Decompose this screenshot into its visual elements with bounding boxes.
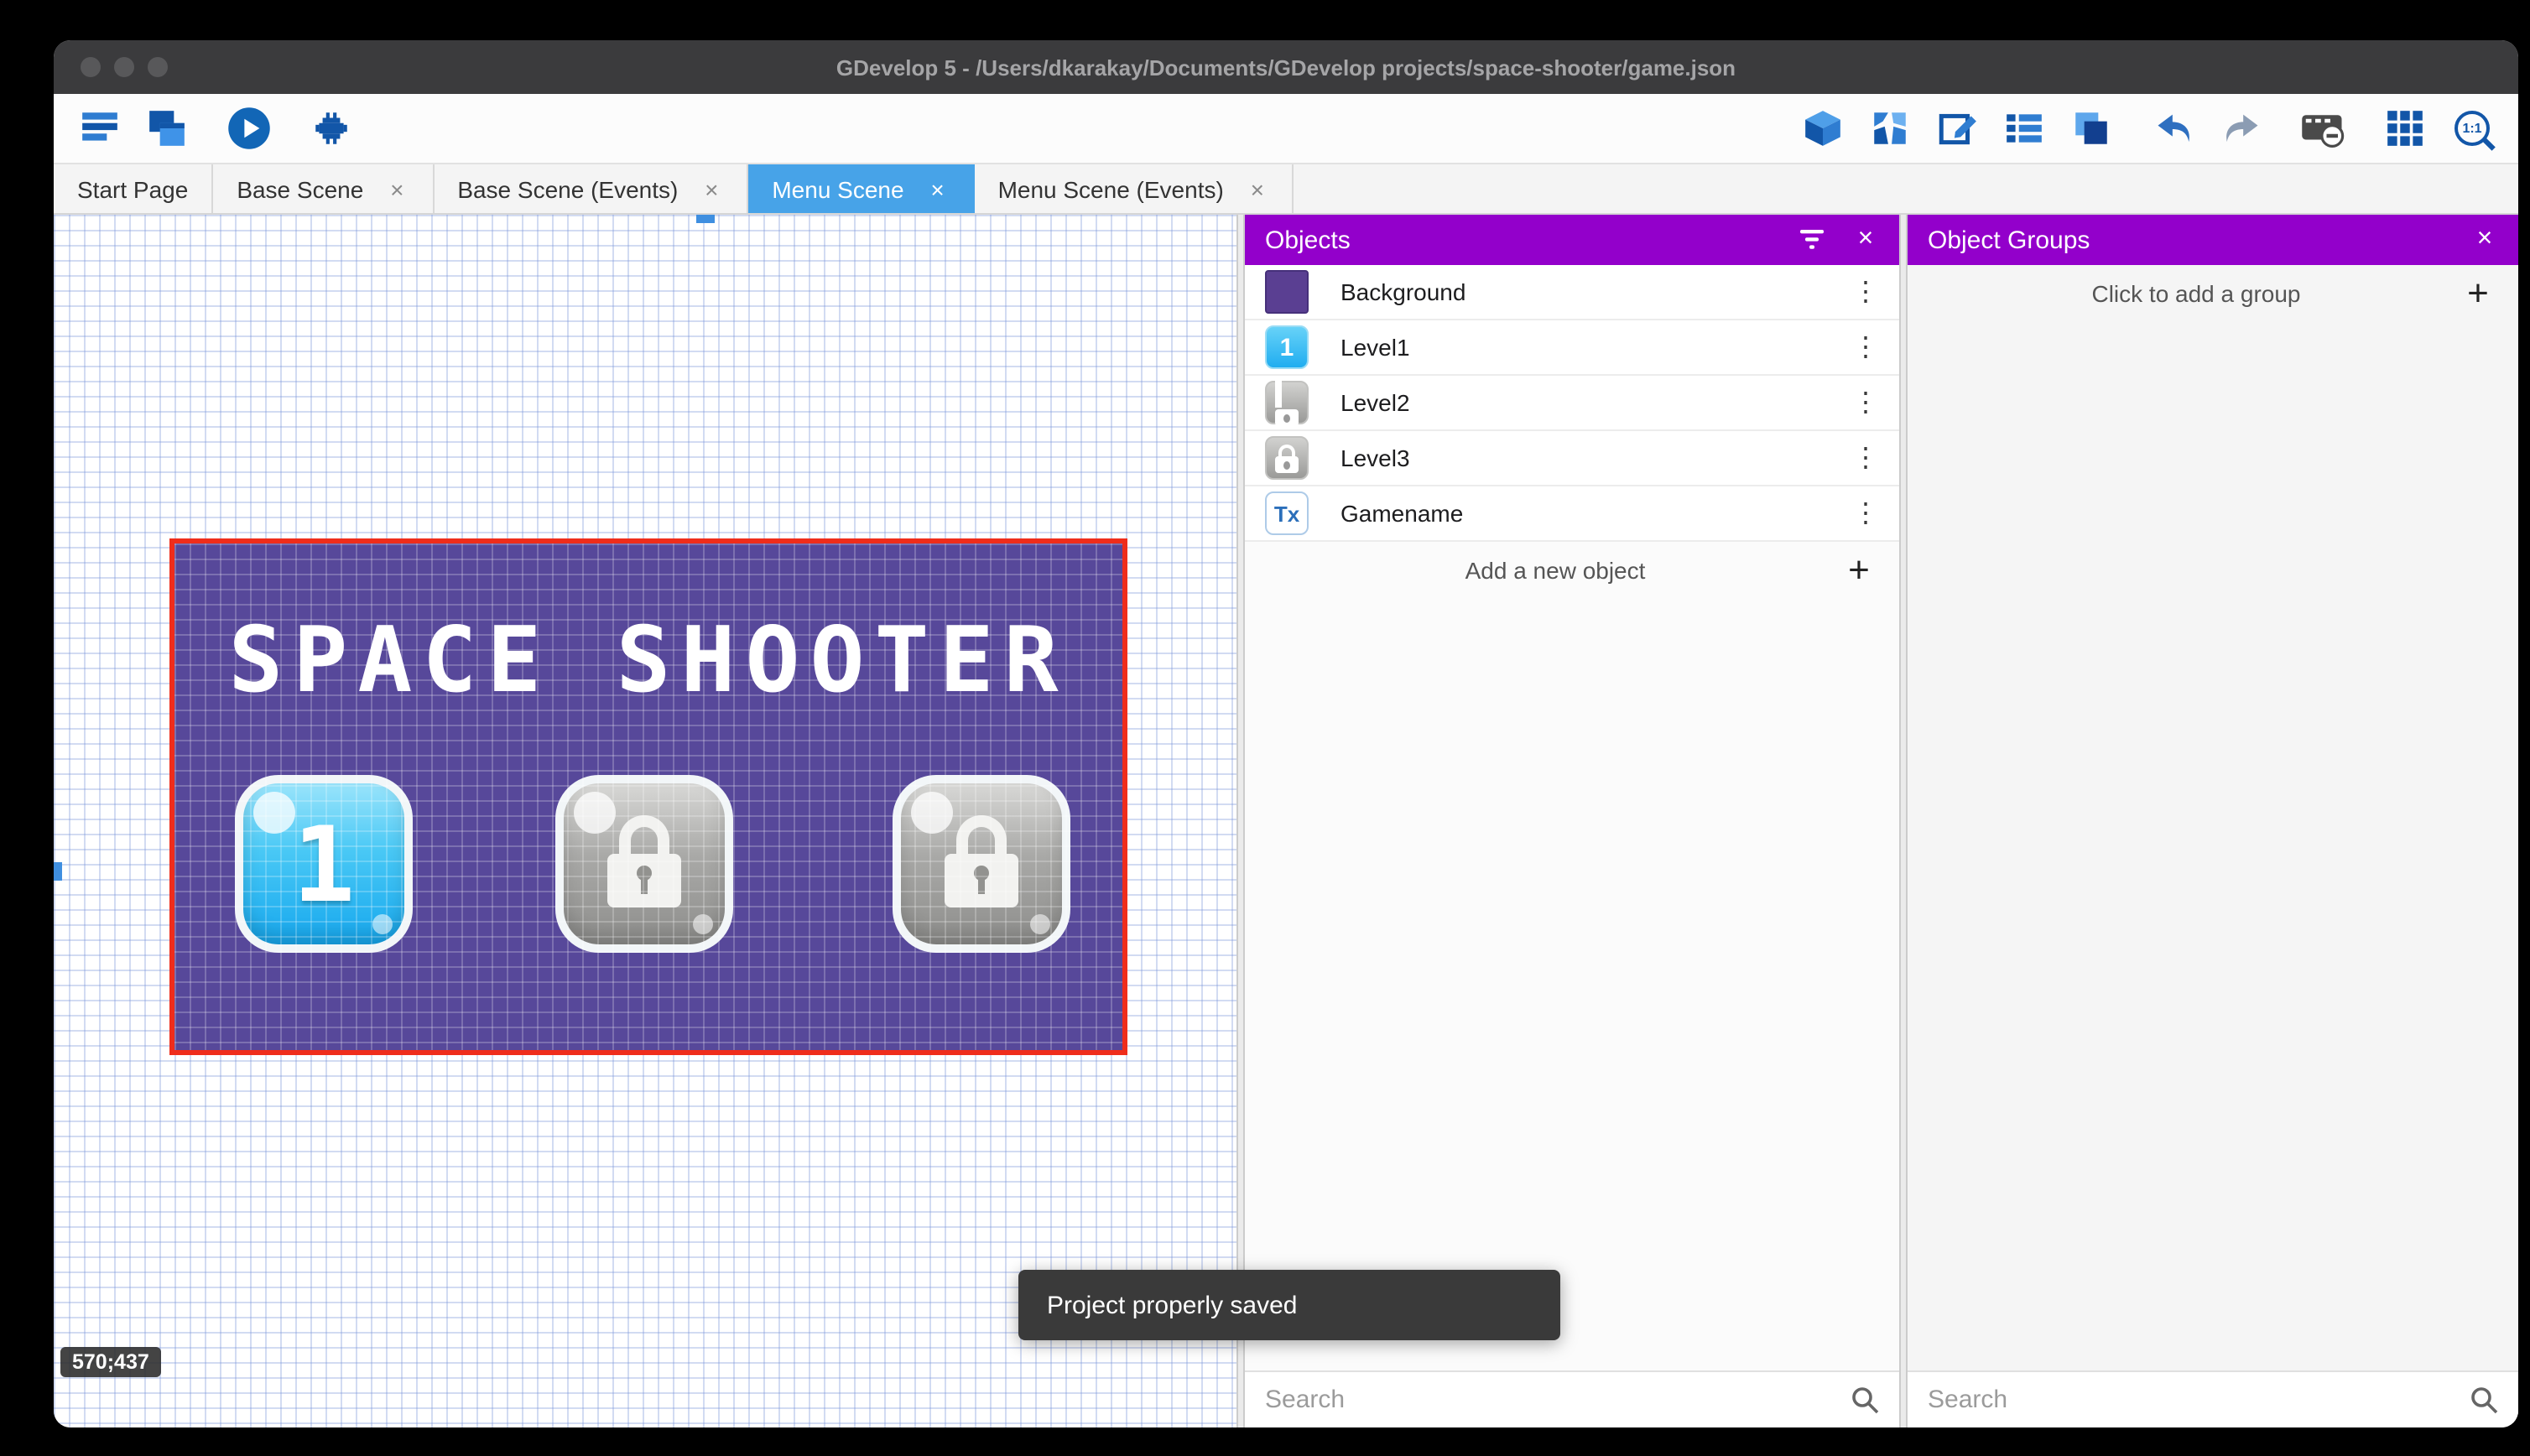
tab-label: Menu Scene	[772, 175, 903, 202]
level2-button-instance[interactable]	[555, 775, 733, 953]
tab-menu-scene[interactable]: Menu Scene	[748, 164, 974, 213]
redo-button[interactable]	[2218, 106, 2263, 151]
scene-windows-icon[interactable]	[144, 106, 190, 151]
objects-search-input[interactable]	[1265, 1386, 1837, 1414]
properties-pencil-icon[interactable]	[1934, 106, 1980, 151]
search-icon	[2470, 1386, 2498, 1414]
window-title: GDevelop 5 - /Users/dkarakay/Documents/G…	[54, 55, 2518, 80]
titlebar: GDevelop 5 - /Users/dkarakay/Documents/G…	[54, 40, 2518, 94]
add-object-plus-icon[interactable]	[1842, 554, 1876, 587]
close-window-button[interactable]	[81, 57, 101, 77]
tab-label: Start Page	[77, 175, 188, 202]
text-object-icon: Tx	[1265, 491, 1309, 535]
editor-tabbar: Start Page Base Scene Base Scene (Events…	[54, 164, 2518, 215]
groups-search-bar	[1908, 1370, 2518, 1427]
tab-close-icon[interactable]	[926, 177, 950, 200]
tab-label: Base Scene	[237, 175, 363, 202]
groups-panel-header: Object Groups	[1908, 215, 2518, 265]
gamename-text-instance[interactable]: SPACE SHOOTER	[174, 607, 1122, 713]
object-menu-icon[interactable]	[1852, 386, 1879, 419]
add-group-plus-icon[interactable]	[2461, 277, 2495, 310]
groups-panel-empty-area	[1908, 322, 2518, 1370]
tab-close-icon[interactable]	[1246, 177, 1269, 200]
tab-label: Menu Scene (Events)	[998, 175, 1224, 202]
object-groups-panel: Object Groups Click to add a group	[1908, 215, 2518, 1427]
objects-panel-empty-area	[1245, 599, 1899, 1370]
background-color-swatch-icon	[1265, 270, 1309, 314]
debug-bug-icon[interactable]	[309, 106, 354, 151]
filter-icon[interactable]	[1799, 228, 1825, 252]
instances-list-icon[interactable]	[1867, 106, 1913, 151]
editor-content: SPACE SHOOTER 1 570;43	[54, 215, 2518, 1427]
gdevelop-window: GDevelop 5 - /Users/dkarakay/Documents/G…	[54, 40, 2518, 1427]
padlock-icon	[606, 815, 683, 913]
preview-play-button[interactable]	[226, 106, 272, 151]
object-menu-icon[interactable]	[1852, 275, 1879, 309]
groups-search-input[interactable]	[1928, 1386, 2456, 1414]
object-menu-icon[interactable]	[1852, 330, 1879, 364]
main-toolbar: 1:1	[54, 94, 2518, 164]
object-row-level1[interactable]: 1 Level1	[1245, 320, 1899, 376]
object-row-level2[interactable]: Level2	[1245, 376, 1899, 431]
tab-close-icon[interactable]	[385, 177, 409, 200]
canvas-left-marker	[54, 862, 62, 881]
scene-canvas[interactable]: SPACE SHOOTER 1 570;43	[54, 215, 1236, 1427]
add-group-row[interactable]: Click to add a group	[1908, 265, 2518, 322]
objects-groups-splitter[interactable]	[1899, 215, 1908, 1427]
object-row-background[interactable]: Background	[1245, 265, 1899, 320]
window-controls	[81, 57, 168, 77]
level1-thumbnail-icon: 1	[1265, 325, 1309, 369]
objects-editor-icon[interactable]	[1800, 106, 1845, 151]
canvas-top-marker	[696, 215, 715, 223]
tab-label: Base Scene (Events)	[457, 175, 678, 202]
zoom-ratio-icon[interactable]: 1:1	[2449, 106, 2495, 151]
tab-menu-scene-events[interactable]: Menu Scene (Events)	[975, 164, 1294, 213]
level1-button-instance[interactable]: 1	[235, 775, 413, 953]
objects-panel-header: Objects	[1245, 215, 1899, 265]
padlock-icon	[943, 815, 1020, 913]
tab-start-page[interactable]: Start Page	[54, 164, 213, 213]
background-instance-selected[interactable]: SPACE SHOOTER 1	[169, 538, 1127, 1055]
groups-panel-title: Object Groups	[1928, 226, 2444, 254]
lock-thumbnail-icon	[1265, 381, 1309, 424]
object-menu-icon[interactable]	[1852, 441, 1879, 475]
undo-button[interactable]	[2151, 106, 2196, 151]
object-row-gamename[interactable]: Tx Gamename	[1245, 486, 1899, 542]
maximize-window-button[interactable]	[148, 57, 168, 77]
cursor-coordinates: 570;437	[60, 1347, 161, 1377]
objects-search-bar	[1245, 1370, 1899, 1427]
desktop: GDevelop 5 - /Users/dkarakay/Documents/G…	[0, 0, 2530, 1456]
object-row-level3[interactable]: Level3	[1245, 431, 1899, 486]
objects-panel: Objects Background 1 Level1	[1245, 215, 1899, 1427]
search-icon	[1851, 1386, 1879, 1414]
tab-close-icon[interactable]	[700, 177, 723, 200]
close-panel-icon[interactable]	[1852, 225, 1879, 255]
objects-panel-title: Objects	[1265, 226, 1772, 254]
events-list-icon[interactable]	[2002, 106, 2047, 151]
project-manager-icon[interactable]	[77, 106, 122, 151]
tab-base-scene-events[interactable]: Base Scene (Events)	[434, 164, 748, 213]
close-panel-icon[interactable]	[2471, 225, 2498, 255]
zoom-ratio-label: 1:1	[2455, 111, 2490, 146]
add-object-row[interactable]: Add a new object	[1245, 542, 1899, 599]
level1-number-label: 1	[293, 803, 356, 925]
object-menu-icon[interactable]	[1852, 497, 1879, 530]
tab-base-scene[interactable]: Base Scene	[213, 164, 434, 213]
minimize-window-button[interactable]	[114, 57, 134, 77]
grid-toggle-icon[interactable]	[2382, 106, 2428, 151]
layers-icon[interactable]	[2069, 106, 2114, 151]
render-mask-icon[interactable]	[2300, 106, 2345, 151]
canvas-objects-splitter[interactable]	[1236, 215, 1245, 1427]
save-toast: Project properly saved	[1018, 1270, 1560, 1340]
level3-button-instance[interactable]	[893, 775, 1070, 953]
lock-thumbnail-icon	[1265, 436, 1309, 480]
